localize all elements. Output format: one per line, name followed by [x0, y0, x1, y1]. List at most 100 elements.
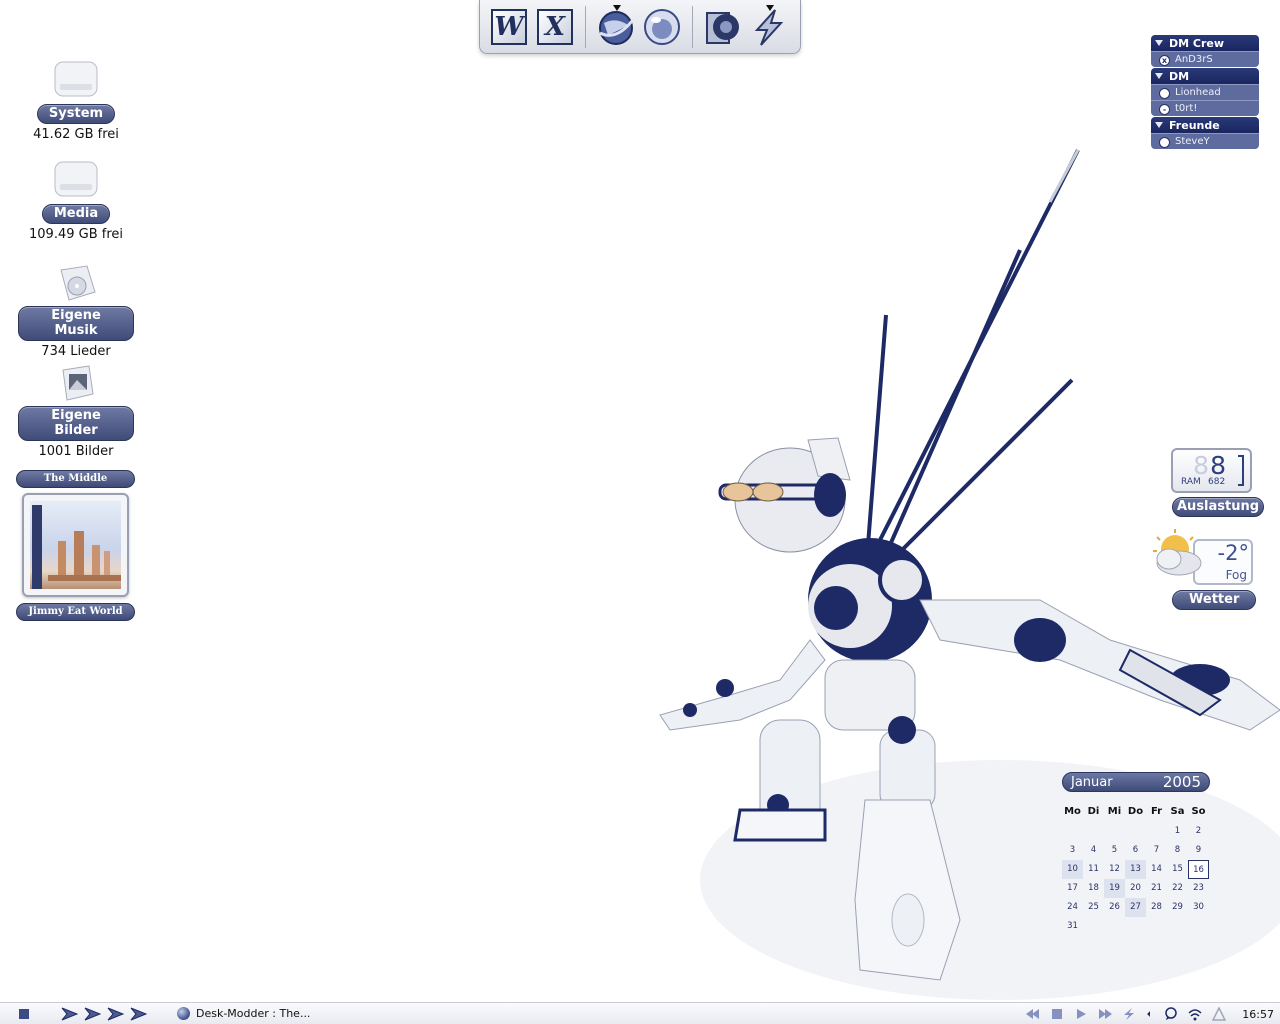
- calendar-day[interactable]: 5: [1104, 841, 1125, 860]
- chat-bubble-icon[interactable]: [1164, 1007, 1178, 1021]
- calendar-empty-cell: [1062, 822, 1083, 841]
- ram-ghost-digit: 8: [1193, 451, 1209, 480]
- calendar-day[interactable]: 8: [1167, 841, 1188, 860]
- contact-item[interactable]: Lionhead: [1151, 84, 1259, 100]
- drive-label: System: [36, 104, 116, 124]
- status-busy-icon: x: [1159, 55, 1170, 66]
- calendar-today[interactable]: 16: [1188, 860, 1209, 879]
- calendar-day[interactable]: 25: [1083, 898, 1104, 917]
- excel-icon: X: [537, 8, 573, 45]
- drive-free-space: 109.49 GB frei: [29, 227, 123, 242]
- tray-expand-icon[interactable]: [1146, 1007, 1154, 1021]
- calendar-day[interactable]: 6: [1125, 841, 1146, 860]
- folder-music[interactable]: Eigene Musik 734 Lieder: [18, 262, 134, 359]
- calendar-day[interactable]: 4: [1083, 841, 1104, 860]
- calendar-day[interactable]: 15: [1167, 860, 1188, 879]
- group-name: DM: [1169, 69, 1190, 83]
- weekday-label: Do: [1127, 806, 1144, 817]
- drive-system[interactable]: System 41.62 GB frei: [18, 58, 134, 142]
- music-folder-icon: [60, 265, 96, 301]
- word-app-icon[interactable]: W: [489, 7, 529, 47]
- winamp-app-icon[interactable]: [749, 4, 789, 47]
- calendar-day[interactable]: 23: [1188, 879, 1209, 898]
- calendar-day[interactable]: 13: [1125, 860, 1146, 879]
- calendar-day[interactable]: 3: [1062, 841, 1083, 860]
- calendar-day[interactable]: 10: [1062, 860, 1083, 879]
- calendar-day[interactable]: 30: [1188, 898, 1209, 917]
- dock-separator: [585, 5, 586, 48]
- winamp-tray-icon[interactable]: [1122, 1008, 1136, 1020]
- calendar-day[interactable]: 14: [1146, 860, 1167, 879]
- folder-pictures[interactable]: Eigene Bilder 1001 Bilder: [18, 362, 134, 459]
- contact-item[interactable]: - t0rt!: [1151, 100, 1259, 116]
- drive-count: 1001 Bilder: [38, 444, 114, 459]
- clock[interactable]: 16:57: [1242, 1008, 1274, 1021]
- calendar-day[interactable]: 7: [1146, 841, 1167, 860]
- contact-list: DM Crew x AnD3rS DM Lionhead - t0rt! Freun…: [1151, 34, 1259, 149]
- drive-media[interactable]: Media 109.49 GB frei: [18, 158, 134, 242]
- now-playing-artist[interactable]: Jimmy Eat World: [16, 603, 135, 621]
- wifi-icon[interactable]: [1188, 1007, 1202, 1021]
- task-title: Desk-Modder : The...: [196, 1007, 311, 1020]
- calendar-day[interactable]: 17: [1062, 879, 1083, 898]
- calendar-day[interactable]: 12: [1104, 860, 1125, 879]
- calendar-day[interactable]: 19: [1104, 879, 1125, 898]
- calendar-day[interactable]: 11: [1083, 860, 1104, 879]
- partly-cloudy-icon: [1153, 529, 1202, 576]
- album-cover[interactable]: [22, 493, 129, 597]
- previous-track-icon[interactable]: [1026, 1008, 1040, 1020]
- contact-group-header[interactable]: Freunde: [1151, 117, 1259, 133]
- browser-app-icon[interactable]: [596, 4, 636, 47]
- status-away-icon: -: [1159, 104, 1170, 115]
- calendar-day[interactable]: 28: [1146, 898, 1167, 917]
- calendar-day[interactable]: 24: [1062, 898, 1083, 917]
- messenger-app-icon[interactable]: [642, 7, 682, 47]
- start-button[interactable]: [19, 1008, 29, 1019]
- play-icon[interactable]: [1074, 1008, 1088, 1020]
- calendar-day[interactable]: 26: [1104, 898, 1125, 917]
- stop-icon[interactable]: [1050, 1008, 1064, 1020]
- calendar-empty-cell: [1125, 822, 1146, 841]
- ram-label: RAM: [1181, 477, 1201, 487]
- quicklaunch-arrow-icon[interactable]: [130, 1007, 147, 1021]
- calendar-day[interactable]: 20: [1125, 879, 1146, 898]
- ram-value: 682: [1208, 477, 1226, 487]
- album-art-image: [30, 501, 121, 589]
- pictures-folder-icon: [62, 365, 94, 401]
- contact-group-header[interactable]: DM Crew: [1151, 35, 1259, 51]
- calendar-day[interactable]: 29: [1167, 898, 1188, 917]
- contact-group-header[interactable]: DM: [1151, 68, 1259, 84]
- dock: W X: [479, 0, 801, 54]
- calendar-grid: Mo Di Mi Do Fr Sa So 1 2 3 4 5 6 7 8 9 10 11 12 13 14…: [1062, 806, 1210, 936]
- quicklaunch-arrow-icon[interactable]: [84, 1007, 101, 1021]
- system-tray: 16:57: [1026, 1003, 1274, 1024]
- taskbar-task-browser[interactable]: Desk-Modder : The...: [177, 1007, 310, 1020]
- media-player-app-icon[interactable]: [703, 7, 743, 47]
- calendar-day[interactable]: 27: [1125, 898, 1146, 917]
- drive-count: 734 Lieder: [41, 344, 111, 359]
- contact-item[interactable]: x AnD3rS: [1151, 51, 1259, 67]
- drive-label: Eigene Musik: [18, 306, 134, 341]
- excel-app-icon[interactable]: X: [535, 7, 575, 47]
- ram-meter[interactable]: 8 8 RAM 682: [1171, 448, 1252, 493]
- album-art-graphic: [32, 505, 121, 589]
- system-tray-icon[interactable]: [1212, 1007, 1227, 1021]
- calendar-day[interactable]: 9: [1188, 841, 1209, 860]
- now-playing-track[interactable]: The Middle: [16, 470, 135, 488]
- next-track-icon[interactable]: [1098, 1008, 1113, 1020]
- calendar-day[interactable]: 22: [1167, 879, 1188, 898]
- calendar-day[interactable]: 18: [1083, 879, 1104, 898]
- quicklaunch-arrow-icon[interactable]: [107, 1007, 124, 1021]
- calendar-day[interactable]: 31: [1062, 917, 1083, 936]
- calendar-empty-cell: [1104, 822, 1125, 841]
- globe-icon: [599, 10, 634, 45]
- calendar-day[interactable]: 1: [1167, 822, 1188, 841]
- weather-widget[interactable]: -2° Fog: [1153, 529, 1253, 587]
- running-indicator: [766, 4, 774, 11]
- contact-name: t0rt!: [1175, 103, 1198, 114]
- calendar-header[interactable]: Januar 2005: [1062, 772, 1210, 792]
- calendar-day[interactable]: 2: [1188, 822, 1209, 841]
- quicklaunch-arrow-icon[interactable]: [61, 1007, 78, 1021]
- calendar-day[interactable]: 21: [1146, 879, 1167, 898]
- group-name: Freunde: [1169, 118, 1220, 132]
